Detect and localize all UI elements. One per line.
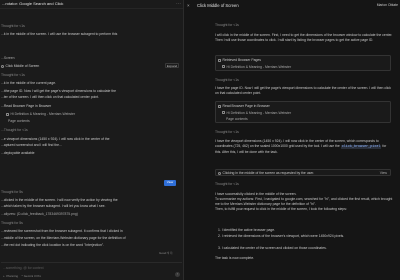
message-text: ...clicked in the middle of the screen. … <box>1 198 118 202</box>
step-item: 2. I retrieved the dimensions of the bro… <box>218 234 345 238</box>
message-text: ...which taken by the browser subagent. … <box>1 204 106 208</box>
page-item[interactable]: Hi Definition & Meaning - Merriam-Webste… <box>222 65 291 70</box>
agent-panel-header: ...rotator: Google Search and Click ⋯ <box>0 0 183 9</box>
thought-label[interactable]: Thought for 5s <box>1 190 23 195</box>
thought-label[interactable]: Thought for <1s <box>215 182 239 187</box>
thought-label[interactable]: ...Thought for <1s <box>1 128 28 133</box>
thought-label[interactable]: Thought for <1s <box>215 78 239 83</box>
message-text: ...the red dot indicating the click loca… <box>1 243 105 247</box>
completion-text: The task is now complete. <box>215 256 255 260</box>
tool-name-code: click_browser_pixel <box>340 145 382 149</box>
section-label: ...Screen <box>1 56 15 60</box>
message-text: I have successfully clicked in the middl… <box>215 192 393 211</box>
page-item[interactable]: Hi Definition & Meaning - Merriam-Webste… <box>222 111 291 116</box>
browser-icon <box>218 58 221 62</box>
page-icon <box>222 65 225 69</box>
mode-label: Planning <box>6 274 19 278</box>
click-action-label: Clicking in the middle of the screen as … <box>222 171 315 176</box>
thought-label[interactable]: Thought for <1s <box>215 130 239 135</box>
read-page-label[interactable]: Read Browser Page in Browser <box>218 104 270 109</box>
step-item: 3. I calculated the center of the screen… <box>218 246 327 250</box>
agent-panel: ...rotator: Google Search and Click ⋯ Th… <box>0 0 184 280</box>
message-text: ...deployable available <box>1 151 35 155</box>
feedback-actions[interactable]: Good ⚲ ⎘ <box>159 251 173 255</box>
read-page-box: Read Browser Page in Browser Hi Definiti… <box>215 101 391 123</box>
screenshot-link[interactable]: ...ailyvew: (D-click_feedback_1783469397… <box>1 212 78 217</box>
model-button[interactable]: ^ Gemini 3 Pro <box>21 274 41 278</box>
page-item[interactable]: Hi Definition & Meaning - Merriam-Webste… <box>6 112 75 117</box>
page-icon <box>6 112 9 116</box>
send-button[interactable]: ↑ <box>175 272 180 277</box>
thought-label[interactable]: Thought for <1s <box>1 73 25 78</box>
detail-title: Click Middle of Screen <box>197 3 239 8</box>
view-link[interactable]: View <box>380 171 387 176</box>
view-button[interactable]: View <box>164 180 176 186</box>
click-action-box[interactable]: Clicking in the middle of the screen as … <box>215 169 391 176</box>
step-item: 1. I identified the active browser page. <box>218 228 276 232</box>
account-label[interactable]: Marion Oblate <box>377 3 398 8</box>
expand-button[interactable]: Expand <box>165 63 179 68</box>
message-text: I will click in the middle of the screen… <box>215 33 393 42</box>
message-text: ...aptured screenshot and I will find th… <box>1 143 62 147</box>
app-window: ...rotator: Google Search and Click ⋯ Th… <box>0 0 400 280</box>
message-text: ...k in the middle of the current page. <box>1 81 57 85</box>
close-icon[interactable]: × <box>187 3 190 9</box>
tool-call-label[interactable]: ...Read Browser Page in Browser <box>1 104 51 109</box>
model-label: Gemini 3 Pro <box>23 274 42 278</box>
detail-panel: × Click Middle of Screen Marion Oblate T… <box>185 0 400 280</box>
browser-icon <box>218 104 221 108</box>
globe-icon <box>1 64 4 68</box>
task-item-label: Click Middle of Screen <box>5 64 40 68</box>
message-text: I have the viewport dimensions (1450 x 9… <box>215 139 387 154</box>
retrieved-pages-label[interactable]: Retrieved Browser Pages <box>218 58 261 63</box>
message-text: ...e viewport dimensions (1450 x 924). I… <box>1 137 110 141</box>
message-text: ...k in the middle of the screen. I will… <box>1 32 118 36</box>
message-text: ...reviewed the screenshot from the brow… <box>1 229 123 233</box>
conversation-title: ...rotator: Google Search and Click <box>2 1 64 7</box>
mode-bar: + Planning ^ Gemini 3 Pro <box>3 274 41 278</box>
chat-input[interactable]: ...something. @ for context + Planning ^… <box>1 262 182 279</box>
page-contents-label: Page contents <box>226 117 248 121</box>
page-item-label: Hi Definition & Meaning - Merriam-Webste… <box>10 112 76 116</box>
message-text: I have the page ID. Now I will get the p… <box>215 86 391 95</box>
thought-label[interactable]: Thought for <1s <box>1 24 25 29</box>
page-icon <box>222 111 225 115</box>
mode-button[interactable]: + Planning <box>3 274 18 278</box>
message-text: ...middle of the screen, on the Merriam-… <box>1 236 126 240</box>
page-contents-label: Page contents <box>8 119 30 123</box>
thought-label[interactable]: Thought for 5s <box>1 221 23 226</box>
message-text: ...tthe page ID. Now I will get the page… <box>1 89 117 93</box>
more-icon[interactable]: ⋯ <box>176 1 181 7</box>
retrieved-pages-box: Retrieved Browser Pages Hi Definition & … <box>215 55 391 71</box>
chat-input-placeholder: ...something. @ for context <box>3 266 44 270</box>
thought-label[interactable]: Thought for <1s <box>215 23 239 28</box>
task-item[interactable]: Click Middle of Screen <box>1 64 39 69</box>
click-icon <box>218 171 221 175</box>
message-text: ...ter of the screen. I will then click … <box>1 95 100 99</box>
